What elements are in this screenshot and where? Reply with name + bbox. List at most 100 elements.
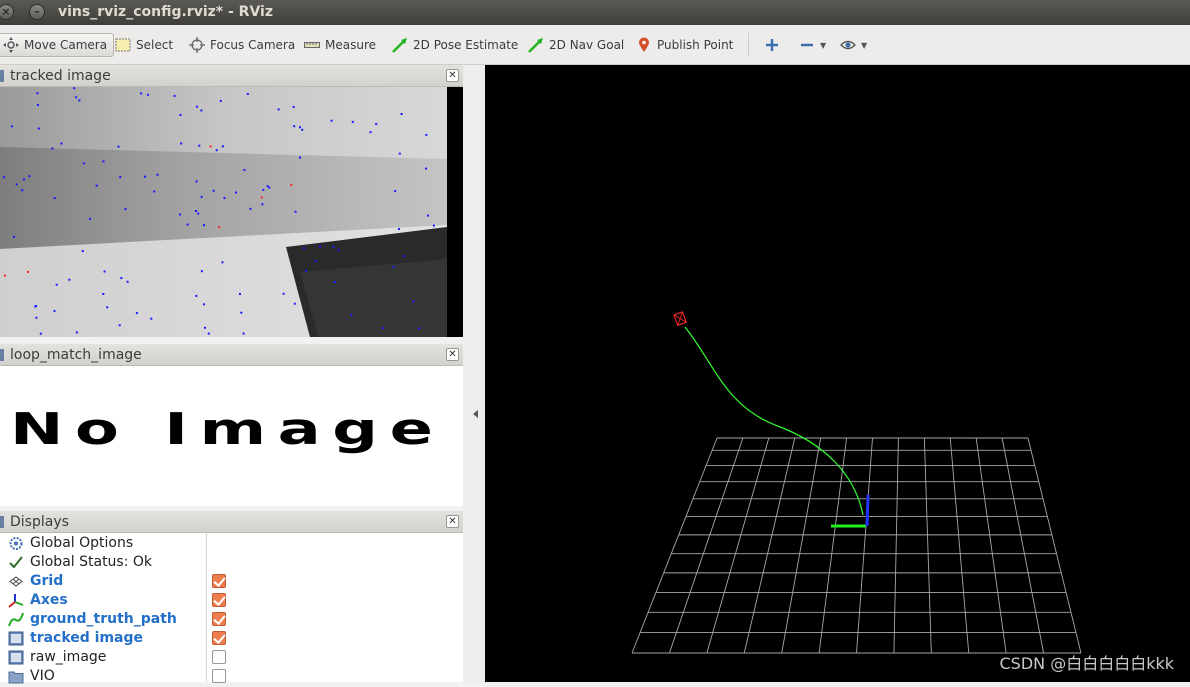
display-item-tracked-image[interactable]: tracked image bbox=[0, 629, 463, 648]
feature-point bbox=[135, 312, 138, 315]
path-visibility-checkbox[interactable] bbox=[212, 612, 226, 626]
remove-tool-button[interactable]: ▼ bbox=[799, 33, 826, 57]
feature-point bbox=[75, 331, 78, 334]
loop-match-image-view: No Image bbox=[0, 366, 463, 506]
feature-point bbox=[200, 109, 203, 112]
feature-point bbox=[397, 228, 400, 230]
pose-estimate-tool[interactable]: 2D Pose Estimate bbox=[392, 33, 518, 57]
feature-point bbox=[303, 247, 305, 250]
feature-point bbox=[140, 92, 143, 95]
feature-point bbox=[301, 128, 304, 131]
display-item-label: tracked image bbox=[30, 630, 144, 646]
feature-point bbox=[394, 190, 397, 193]
feature-point bbox=[95, 184, 98, 187]
feature-point bbox=[53, 309, 56, 312]
feature-point bbox=[260, 196, 263, 199]
feature-point bbox=[147, 93, 150, 96]
feature-point bbox=[51, 147, 54, 150]
feature-point bbox=[119, 176, 122, 179]
feature-point bbox=[305, 269, 308, 272]
tracked-image-visibility-checkbox[interactable] bbox=[212, 631, 226, 645]
ground-grid bbox=[631, 437, 1082, 654]
feature-point bbox=[218, 226, 221, 229]
feature-point bbox=[239, 293, 241, 295]
tracked-image-panel-header: tracked image ✕ bbox=[0, 65, 463, 87]
feature-point bbox=[13, 235, 16, 238]
minus-icon bbox=[799, 37, 815, 53]
feature-point bbox=[28, 175, 31, 178]
feature-point bbox=[277, 108, 280, 111]
feature-point bbox=[75, 96, 78, 99]
close-panel-button[interactable]: ✕ bbox=[446, 348, 459, 361]
feature-point bbox=[235, 191, 237, 194]
feature-point bbox=[425, 167, 428, 170]
panel-grip[interactable] bbox=[0, 70, 4, 82]
feature-point bbox=[55, 283, 58, 286]
display-item-global-options[interactable]: Global Options bbox=[0, 534, 463, 553]
publish-point-tool[interactable]: Publish Point bbox=[636, 33, 733, 57]
feature-point bbox=[27, 270, 29, 273]
feature-point bbox=[204, 326, 206, 329]
feature-point bbox=[334, 281, 336, 283]
display-item-label: raw_image bbox=[30, 649, 107, 665]
move-camera-icon bbox=[3, 37, 19, 53]
feature-point bbox=[261, 203, 264, 206]
nav-goal-tool[interactable]: 2D Nav Goal bbox=[528, 33, 624, 57]
feature-point bbox=[34, 305, 37, 308]
display-item-grid[interactable]: Grid bbox=[0, 572, 463, 591]
feature-point bbox=[299, 126, 301, 129]
feature-point bbox=[178, 213, 181, 216]
vio-visibility-checkbox[interactable] bbox=[212, 669, 226, 683]
3d-viewport[interactable]: CSDN @白白白白白kkk bbox=[485, 65, 1190, 682]
feature-point bbox=[207, 332, 210, 335]
feature-point bbox=[36, 104, 39, 106]
display-item-ground-truth-path[interactable]: ground_truth_path bbox=[0, 610, 463, 629]
feature-point bbox=[293, 302, 296, 305]
feature-point bbox=[221, 145, 224, 148]
feature-point bbox=[299, 156, 301, 159]
close-window-button[interactable]: × bbox=[0, 4, 14, 20]
feature-point bbox=[246, 93, 249, 95]
watermark-text: CSDN @白白白白白kkk bbox=[999, 654, 1174, 673]
measure-tool[interactable]: Measure bbox=[304, 33, 376, 57]
feature-point bbox=[337, 248, 340, 251]
feature-point bbox=[212, 189, 215, 192]
view-options-button[interactable]: ▼ bbox=[840, 33, 867, 57]
feature-point bbox=[332, 245, 335, 248]
display-item-axes[interactable]: Axes bbox=[0, 591, 463, 610]
panel-title: Displays bbox=[10, 514, 69, 530]
feature-point bbox=[198, 144, 201, 147]
feature-point bbox=[203, 303, 205, 306]
close-panel-button[interactable]: ✕ bbox=[446, 69, 459, 82]
raw-image-visibility-checkbox[interactable] bbox=[212, 650, 226, 664]
panel-grip[interactable] bbox=[0, 516, 4, 528]
collapse-arrow-icon[interactable] bbox=[473, 410, 478, 418]
display-item-vio[interactable]: VIO bbox=[0, 667, 463, 686]
feature-point bbox=[427, 214, 429, 217]
minimize-window-button[interactable]: – bbox=[29, 4, 45, 20]
tracked-image-view bbox=[0, 87, 463, 337]
panel-splitter[interactable] bbox=[463, 65, 485, 682]
feature-point bbox=[120, 277, 123, 280]
feature-point bbox=[21, 189, 24, 192]
display-item-label: Axes bbox=[30, 592, 68, 608]
feature-point bbox=[103, 270, 106, 273]
grid-visibility-checkbox[interactable] bbox=[212, 574, 226, 588]
feature-point bbox=[412, 300, 415, 303]
focus-camera-tool[interactable]: Focus Camera bbox=[189, 33, 295, 57]
eye-icon bbox=[840, 37, 856, 53]
3d-scene bbox=[631, 311, 1082, 654]
select-tool[interactable]: Select bbox=[115, 33, 173, 57]
axes-visibility-checkbox[interactable] bbox=[212, 593, 226, 607]
add-tool-button[interactable] bbox=[764, 33, 780, 57]
panel-grip[interactable] bbox=[0, 349, 4, 361]
feature-point bbox=[180, 142, 183, 145]
displays-tree: Global Options Global Status: Ok Grid Ax… bbox=[0, 533, 463, 684]
feature-point bbox=[37, 127, 40, 130]
close-panel-button[interactable]: ✕ bbox=[446, 515, 459, 528]
feature-point bbox=[219, 99, 222, 102]
move-camera-tool[interactable]: Move Camera bbox=[0, 33, 115, 57]
display-item-raw-image[interactable]: raw_image bbox=[0, 648, 463, 667]
display-item-global-status[interactable]: Global Status: Ok bbox=[0, 553, 463, 572]
chevron-down-icon: ▼ bbox=[820, 40, 827, 50]
